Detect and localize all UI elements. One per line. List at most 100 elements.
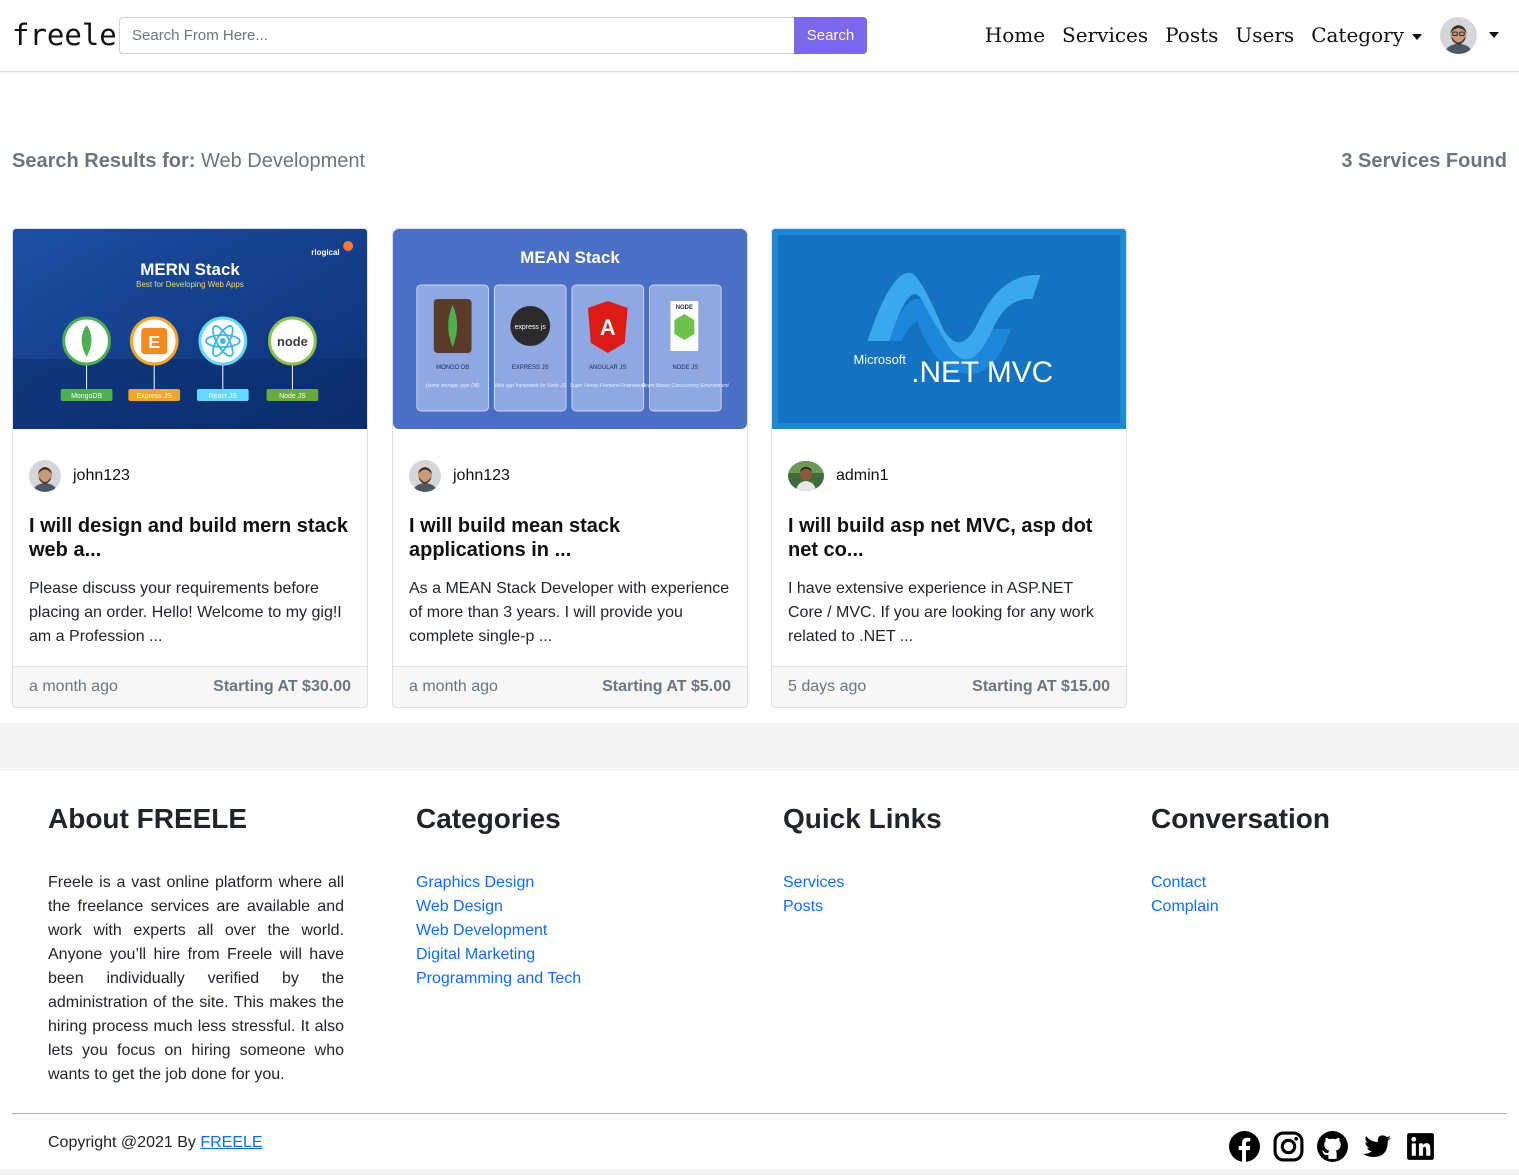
card-author[interactable]: john123 xyxy=(29,460,351,492)
search-results-label: Search Results for: xyxy=(12,150,196,172)
mern-tag-1: Express JS xyxy=(137,393,172,400)
mean-note-2: Super Heroic Frontend Framework xyxy=(570,383,647,389)
card-title[interactable]: I will build mean stack applications in … xyxy=(409,514,731,562)
service-card[interactable]: MEAN Stack express js A NODE MONGO DB EX… xyxy=(392,228,748,708)
search-button[interactable]: Search xyxy=(794,17,867,54)
dotnet-brand-big: .NET MVC xyxy=(911,356,1053,389)
mern-tag-3: Node JS xyxy=(279,393,306,400)
mern-subheading: Best for Developing Web Apps xyxy=(136,280,244,289)
avatar xyxy=(1440,16,1477,54)
twitter-icon[interactable] xyxy=(1360,1130,1393,1163)
svg-text:E: E xyxy=(148,332,160,352)
card-body: john123 I will design and build mern sta… xyxy=(13,460,367,649)
footer-divider xyxy=(12,1113,1507,1114)
mern-tag-2: React JS xyxy=(209,393,238,400)
footer-link-graphics-design[interactable]: Graphics Design xyxy=(416,874,534,891)
svg-text:node: node xyxy=(277,334,308,349)
nav-link-services[interactable]: Services xyxy=(1062,23,1148,47)
copyright-link[interactable]: FREELE xyxy=(200,1134,262,1151)
footer-quick-links-list: Services Posts xyxy=(783,871,942,919)
footer-link-digital-marketing[interactable]: Digital Marketing xyxy=(416,946,535,963)
card-title[interactable]: I will design and build mern stack web a… xyxy=(29,514,351,562)
brand-logo[interactable]: freele xyxy=(12,18,117,52)
card-time: a month ago xyxy=(409,678,498,695)
footer-link-web-development[interactable]: Web Development xyxy=(416,922,547,939)
copyright: Copyright @2021 By FREELE xyxy=(48,1134,263,1152)
results-count: 3 Services Found xyxy=(1341,150,1507,172)
card-description: As a MEAN Stack Developer with experienc… xyxy=(409,580,730,645)
service-image-dotnet[interactable]: Microsoft .NET MVC xyxy=(772,229,1126,429)
card-body: admin1 I will build asp net MVC, asp dot… xyxy=(772,460,1126,649)
svg-text:A: A xyxy=(600,315,616,340)
footer-quick-links-title: Quick Links xyxy=(783,803,942,834)
github-icon[interactable] xyxy=(1316,1130,1349,1163)
footer-conversation-list: Contact Complain xyxy=(1151,871,1330,919)
mern-heading: MERN Stack xyxy=(140,260,240,279)
card-author[interactable]: admin1 xyxy=(788,460,1110,492)
mean-tag-1: EXPRESS JS xyxy=(512,365,549,371)
mean-note-3: Event Based Concurrency Environment xyxy=(642,383,729,389)
linkedin-icon[interactable] xyxy=(1404,1130,1437,1163)
footer-link-posts[interactable]: Posts xyxy=(783,898,823,915)
footer-conversation: Conversation Contact Complain xyxy=(1151,803,1330,919)
card-price: Starting AT $30.00 xyxy=(213,678,351,695)
profile-dropdown[interactable] xyxy=(1422,16,1499,54)
mean-logo-express: express js xyxy=(515,324,547,331)
service-image-mean[interactable]: MEAN Stack express js A NODE MONGO DB EX… xyxy=(393,229,747,429)
card-footer: a month ago Starting AT $5.00 xyxy=(393,666,747,707)
avatar xyxy=(788,461,824,491)
mern-tag-0: MongoDB xyxy=(71,393,102,400)
service-card[interactable]: MERN Stack Best for Developing Web Apps … xyxy=(12,228,368,708)
card-footer: 5 days ago Starting AT $15.00 xyxy=(772,666,1126,707)
avatar xyxy=(29,460,61,492)
mean-heading: MEAN Stack xyxy=(520,248,620,267)
footer-link-programming-and-tech[interactable]: Programming and Tech xyxy=(416,970,581,987)
search-results-query: Web Development xyxy=(200,150,366,172)
mean-logo-node: NODE xyxy=(676,305,693,311)
mern-brand: rlogical xyxy=(311,248,339,257)
chevron-down-icon xyxy=(1412,33,1422,40)
card-username[interactable]: john123 xyxy=(453,467,510,485)
mean-note-1: Web app framework for Node JS xyxy=(494,383,566,389)
navbar: freele Search Home Services Posts Users … xyxy=(0,0,1519,72)
card-time: a month ago xyxy=(29,678,118,695)
mean-note-0: (some storage, type DB) xyxy=(426,383,480,389)
card-price: Starting AT $15.00 xyxy=(972,678,1110,695)
service-card[interactable]: Microsoft .NET MVC admin1 I will build a… xyxy=(771,228,1127,708)
mean-tag-2: ANGULAR JS xyxy=(589,365,626,371)
footer-link-web-design[interactable]: Web Design xyxy=(416,898,503,915)
card-price: Starting AT $5.00 xyxy=(602,678,731,695)
footer-link-complain[interactable]: Complain xyxy=(1151,898,1219,915)
search-input[interactable] xyxy=(119,17,794,54)
copyright-text: Copyright @2021 By xyxy=(48,1134,196,1151)
footer-link-contact[interactable]: Contact xyxy=(1151,874,1206,891)
bottom-strip xyxy=(0,1169,1519,1175)
service-image-mern[interactable]: MERN Stack Best for Developing Web Apps … xyxy=(13,229,367,429)
instagram-icon[interactable] xyxy=(1272,1130,1305,1163)
category-dropdown-label: Category xyxy=(1311,23,1404,47)
nav-link-users[interactable]: Users xyxy=(1235,23,1294,47)
footer-about-title: About FREELE xyxy=(48,803,248,834)
social-links xyxy=(1217,1130,1437,1163)
card-title[interactable]: I will build asp net MVC, asp dot net co… xyxy=(788,514,1110,562)
category-dropdown[interactable]: Category xyxy=(1311,23,1422,47)
nav-link-home[interactable]: Home xyxy=(985,23,1045,47)
divider-band xyxy=(0,723,1519,771)
card-time: 5 days ago xyxy=(788,678,867,695)
card-footer: a month ago Starting AT $30.00 xyxy=(13,666,367,707)
facebook-icon[interactable] xyxy=(1228,1130,1261,1163)
card-username[interactable]: john123 xyxy=(73,467,130,485)
avatar xyxy=(409,460,441,492)
card-author[interactable]: john123 xyxy=(409,460,731,492)
mean-tag-3: NODE JS xyxy=(672,365,698,371)
footer-categories: Categories Graphics Design Web Design We… xyxy=(416,803,581,991)
search-results-heading: Search Results for: Web Development xyxy=(12,150,365,173)
footer-about: About FREELE Freele is a vast online pla… xyxy=(48,803,344,1087)
card-username[interactable]: admin1 xyxy=(836,467,888,485)
nav-link-posts[interactable]: Posts xyxy=(1165,23,1218,47)
mean-tag-0: MONGO DB xyxy=(436,365,469,371)
footer-categories-title: Categories xyxy=(416,803,561,834)
footer-link-services[interactable]: Services xyxy=(783,874,844,891)
nav-links: Home Services Posts Users Category xyxy=(968,16,1499,54)
card-body: john123 I will build mean stack applicat… xyxy=(393,460,747,649)
